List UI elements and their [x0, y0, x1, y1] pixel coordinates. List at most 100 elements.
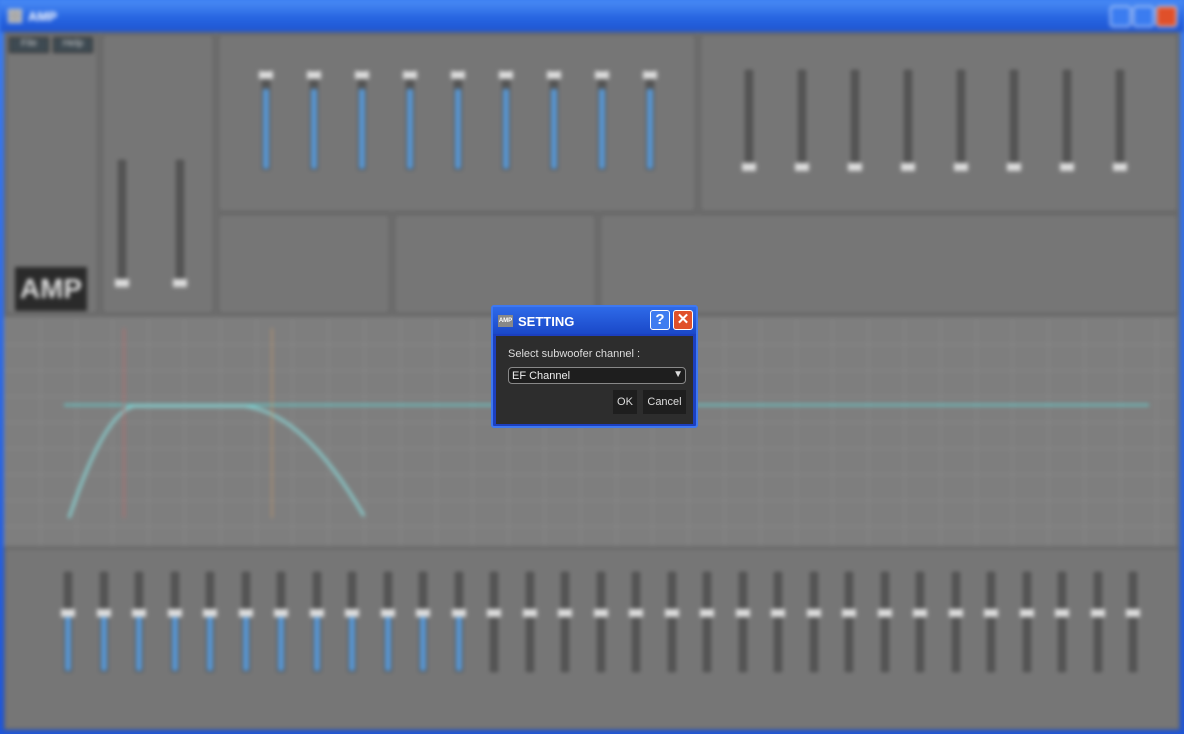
fader-knob[interactable] [522, 609, 537, 617]
ok-button[interactable]: OK [613, 390, 637, 414]
fader[interactable] [1113, 70, 1127, 171]
fader-knob[interactable] [901, 163, 915, 171]
fader-knob[interactable] [842, 609, 856, 617]
fader-knob[interactable] [593, 609, 608, 617]
fader-knob[interactable] [629, 609, 643, 617]
fader[interactable] [416, 572, 430, 672]
fader[interactable] [309, 572, 324, 672]
fader-knob[interactable] [877, 609, 892, 617]
fader[interactable] [664, 572, 679, 672]
fader-knob[interactable] [259, 71, 273, 79]
fader[interactable] [203, 572, 217, 672]
fader-knob[interactable] [61, 609, 75, 617]
fader-knob[interactable] [913, 609, 927, 617]
fader-knob[interactable] [487, 609, 501, 617]
fader-knob[interactable] [345, 609, 359, 617]
fader[interactable] [132, 572, 146, 672]
fader-knob[interactable] [355, 71, 369, 79]
fader-knob[interactable] [1090, 609, 1105, 617]
fader[interactable] [984, 572, 998, 672]
fader[interactable] [700, 572, 714, 672]
fader-knob[interactable] [1060, 163, 1074, 171]
fader-knob[interactable] [558, 609, 572, 617]
close-window-button[interactable] [1156, 6, 1177, 27]
fader-knob[interactable] [238, 609, 253, 617]
fader-knob[interactable] [416, 609, 430, 617]
fader[interactable] [595, 70, 609, 170]
fader-knob[interactable] [203, 609, 217, 617]
fader-knob[interactable] [1113, 163, 1127, 171]
fader-knob[interactable] [451, 609, 466, 617]
fader-knob[interactable] [451, 71, 465, 79]
fader[interactable] [913, 572, 927, 672]
minimize-button[interactable] [1133, 6, 1154, 27]
fader[interactable] [547, 70, 561, 170]
fader[interactable] [842, 572, 856, 672]
fader-knob[interactable] [848, 163, 862, 171]
subwoofer-channel-select[interactable]: EF Channel ▼ [508, 367, 686, 384]
fader[interactable] [771, 572, 785, 672]
fader-knob[interactable] [806, 609, 821, 617]
fader-knob[interactable] [132, 609, 146, 617]
fader[interactable] [487, 572, 501, 672]
fader-knob[interactable] [742, 163, 756, 171]
fader[interactable] [61, 572, 75, 672]
fader[interactable] [848, 70, 862, 171]
fader-knob[interactable] [309, 609, 324, 617]
fader-knob[interactable] [948, 609, 963, 617]
fader-knob[interactable] [307, 71, 321, 79]
fader[interactable] [96, 572, 111, 672]
fader[interactable] [307, 70, 321, 170]
fader[interactable] [1055, 572, 1069, 672]
fader[interactable] [742, 70, 756, 171]
help-button[interactable]: ? [650, 310, 670, 330]
fader-knob[interactable] [954, 163, 968, 171]
fader-knob[interactable] [735, 609, 750, 617]
fader[interactable] [238, 572, 253, 672]
help-window-button[interactable] [1110, 6, 1131, 27]
fader-knob[interactable] [547, 71, 561, 79]
fader[interactable] [403, 70, 417, 170]
fader-knob[interactable] [595, 71, 609, 79]
fader[interactable] [948, 572, 963, 672]
fader[interactable] [167, 572, 182, 672]
fader-knob[interactable] [167, 609, 182, 617]
fader-knob[interactable] [643, 71, 657, 79]
fader-knob[interactable] [96, 609, 111, 617]
fader-knob[interactable] [115, 279, 129, 287]
fader[interactable] [1060, 70, 1074, 171]
fader[interactable] [380, 572, 395, 672]
fader[interactable] [901, 70, 915, 171]
fader[interactable] [1126, 572, 1140, 672]
fader[interactable] [954, 70, 968, 171]
fader-knob[interactable] [380, 609, 395, 617]
fader[interactable] [274, 572, 288, 672]
fader[interactable] [345, 572, 359, 672]
help-menu[interactable]: Help [53, 37, 93, 53]
fader[interactable] [629, 572, 643, 672]
fader[interactable] [355, 70, 369, 170]
fader[interactable] [115, 160, 129, 287]
fader-knob[interactable] [664, 609, 679, 617]
fader-knob[interactable] [1126, 609, 1140, 617]
fader[interactable] [735, 572, 750, 672]
fader-knob[interactable] [403, 71, 417, 79]
fader[interactable] [259, 70, 273, 170]
fader[interactable] [593, 572, 608, 672]
file-menu[interactable]: File [9, 37, 49, 53]
fader-knob[interactable] [984, 609, 998, 617]
fader-knob[interactable] [1055, 609, 1069, 617]
fader[interactable] [1019, 572, 1034, 672]
fader[interactable] [643, 70, 657, 170]
fader-knob[interactable] [274, 609, 288, 617]
fader[interactable] [522, 572, 537, 672]
fader[interactable] [877, 572, 892, 672]
fader[interactable] [795, 70, 809, 171]
fader[interactable] [451, 572, 466, 672]
fader-knob[interactable] [1019, 609, 1034, 617]
fader[interactable] [451, 70, 465, 170]
fader[interactable] [806, 572, 821, 672]
close-button[interactable]: ✕ [673, 310, 693, 330]
fader-knob[interactable] [1007, 163, 1021, 171]
fader[interactable] [1007, 70, 1021, 171]
